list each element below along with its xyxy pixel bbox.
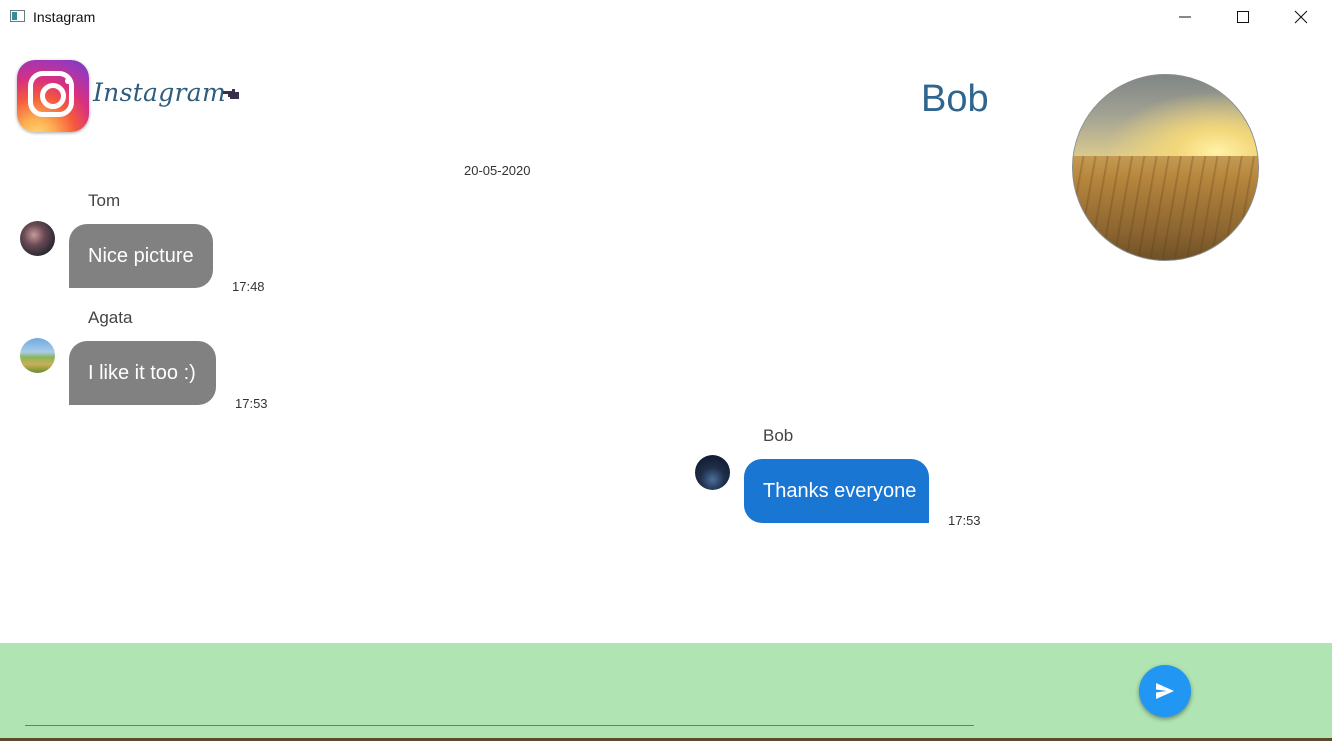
avatar[interactable]	[695, 455, 730, 490]
pointing-hand-icon[interactable]	[222, 86, 242, 102]
window-titlebar: Instagram	[0, 0, 1332, 34]
message-bubble: Thanks everyone	[744, 459, 929, 523]
instagram-logo-icon	[17, 60, 89, 132]
conversation-date: 20-05-2020	[464, 163, 531, 178]
avatar[interactable]	[20, 221, 55, 256]
window-title: Instagram	[33, 9, 96, 25]
avatar[interactable]	[20, 338, 55, 373]
close-button[interactable]	[1278, 0, 1324, 34]
message-sender: Bob	[763, 426, 794, 445]
message-time: 17:53	[235, 396, 268, 411]
message-bubble: I like it too :)	[69, 341, 216, 405]
profile-photo[interactable]	[1072, 74, 1259, 261]
send-icon	[1156, 683, 1174, 699]
send-button[interactable]	[1139, 665, 1191, 717]
app-icon	[10, 10, 25, 22]
close-icon	[1294, 10, 1308, 24]
message-time: 17:48	[232, 279, 265, 294]
maximize-icon	[1237, 11, 1249, 23]
minimize-button[interactable]	[1162, 0, 1208, 34]
message-sender: Agata	[88, 308, 133, 327]
message-sender: Tom	[88, 191, 121, 210]
maximize-button[interactable]	[1220, 0, 1266, 34]
minimize-icon	[1179, 16, 1191, 18]
message-bubble: Nice picture	[69, 224, 213, 288]
message-input[interactable]	[25, 665, 974, 726]
brand-wordmark: Instagram	[93, 78, 227, 107]
message-time: 17:53	[948, 513, 981, 528]
chat-partner-name: Bob	[921, 78, 989, 120]
